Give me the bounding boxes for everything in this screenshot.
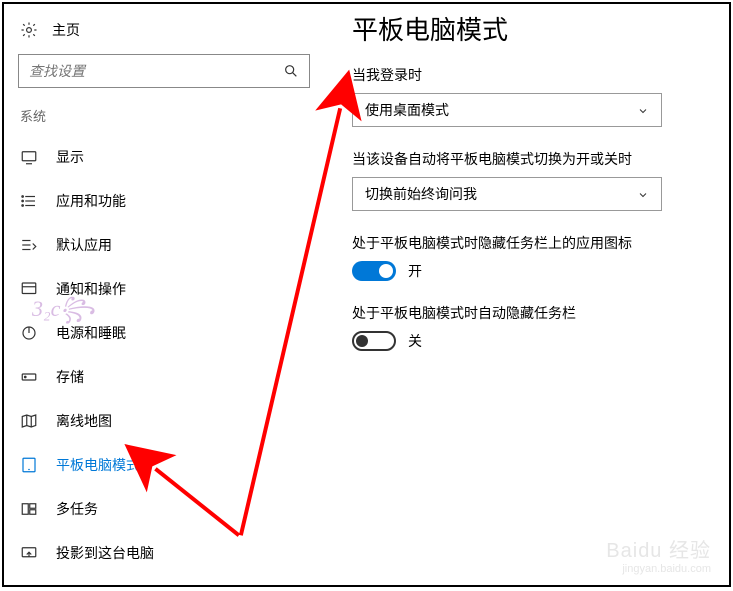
search-input[interactable] (29, 63, 283, 79)
signin-mode-label: 当我登录时 (352, 65, 709, 85)
sidebar-item-apps[interactable]: 应用和功能 (4, 179, 324, 223)
sidebar-item-label: 电源和睡眠 (56, 323, 126, 343)
sidebar-item-multitask[interactable]: 多任务 (4, 487, 324, 531)
defaults-icon (20, 236, 38, 254)
home-label: 主页 (52, 20, 80, 40)
tablet-icon (20, 456, 38, 474)
multitask-icon (20, 500, 38, 518)
autoswitch-label: 当该设备自动将平板电脑模式切换为开或关时 (352, 149, 709, 169)
sidebar-item-power[interactable]: 电源和睡眠 (4, 311, 324, 355)
chevron-down-icon (637, 188, 649, 200)
sidebar-item-label: 平板电脑模式 (56, 455, 140, 475)
projection-icon (20, 544, 38, 562)
hide-taskbar-icons-label: 处于平板电脑模式时隐藏任务栏上的应用图标 (352, 233, 709, 253)
sidebar-item-maps[interactable]: 离线地图 (4, 399, 324, 443)
map-icon (20, 412, 38, 430)
sidebar-item-tablet-mode[interactable]: 平板电脑模式 (4, 443, 324, 487)
monitor-icon (20, 148, 38, 166)
sidebar-item-label: 存储 (56, 367, 84, 387)
page-title: 平板电脑模式 (352, 10, 709, 47)
settings-sidebar: 主页 系统 显示 应用和功能 (4, 4, 324, 585)
sidebar-item-label: 应用和功能 (56, 191, 126, 211)
sidebar-item-label: 通知和操作 (56, 279, 126, 299)
list-icon (20, 192, 38, 210)
sidebar-home[interactable]: 主页 (4, 14, 324, 50)
notifications-icon (20, 280, 38, 298)
hide-taskbar-icons-toggle[interactable] (352, 261, 396, 281)
sidebar-item-notifications[interactable]: 通知和操作 (4, 267, 324, 311)
power-icon (20, 324, 38, 342)
sidebar-item-label: 离线地图 (56, 411, 112, 431)
toggle-state-label: 关 (408, 331, 422, 351)
sidebar-item-label: 多任务 (56, 499, 98, 519)
signin-mode-dropdown[interactable]: 使用桌面模式 (352, 93, 662, 127)
gear-icon (20, 21, 38, 39)
sidebar-item-label: 投影到这台电脑 (56, 543, 154, 563)
sidebar-item-label: 显示 (56, 147, 84, 167)
autohide-taskbar-label: 处于平板电脑模式时自动隐藏任务栏 (352, 303, 709, 323)
sidebar-item-display[interactable]: 显示 (4, 135, 324, 179)
chevron-down-icon (637, 104, 649, 116)
autohide-taskbar-toggle[interactable] (352, 331, 396, 351)
settings-content: 平板电脑模式 当我登录时 使用桌面模式 当该设备自动将平板电脑模式切换为开或关时… (324, 4, 729, 585)
sidebar-item-label: 默认应用 (56, 235, 112, 255)
sidebar-group-label: 系统 (4, 98, 324, 135)
sidebar-item-projection[interactable]: 投影到这台电脑 (4, 531, 324, 575)
sidebar-item-default-apps[interactable]: 默认应用 (4, 223, 324, 267)
dropdown-value: 切换前始终询问我 (365, 184, 477, 204)
sidebar-item-storage[interactable]: 存储 (4, 355, 324, 399)
toggle-state-label: 开 (408, 261, 422, 281)
dropdown-value: 使用桌面模式 (365, 100, 449, 120)
search-icon (283, 63, 299, 79)
search-box[interactable] (18, 54, 310, 88)
autoswitch-dropdown[interactable]: 切换前始终询问我 (352, 177, 662, 211)
storage-icon (20, 368, 38, 386)
